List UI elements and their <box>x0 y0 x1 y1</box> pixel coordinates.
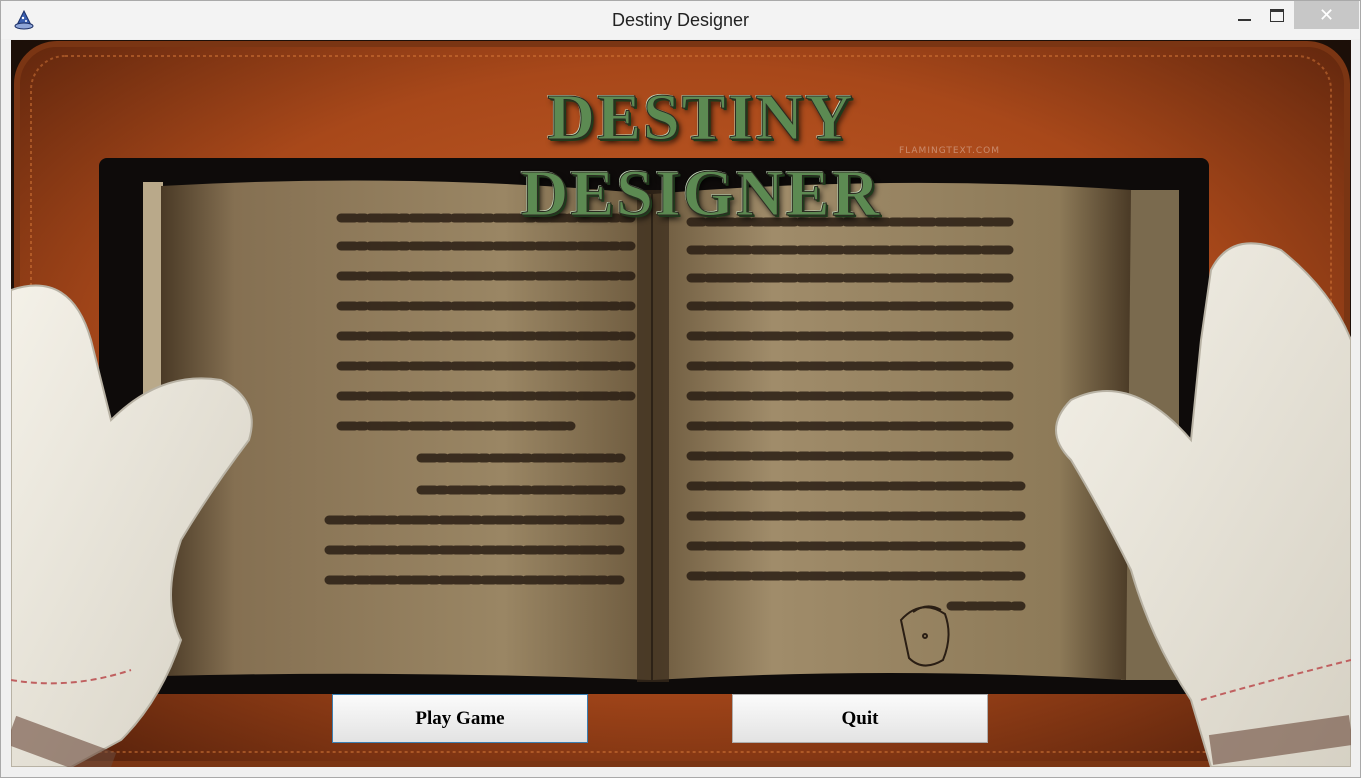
logo-watermark: FLAMINGTEXT.COM <box>899 146 1000 156</box>
play-game-button[interactable]: Play Game <box>332 694 588 743</box>
close-icon: ✕ <box>1318 4 1335 26</box>
minimize-icon <box>1237 19 1251 21</box>
window-title: Destiny Designer <box>611 10 750 30</box>
maximize-button[interactable] <box>1263 1 1291 29</box>
title-bar[interactable]: Destiny Designer ✕ <box>1 1 1360 39</box>
quit-button[interactable]: Quit <box>732 694 988 743</box>
app-window: Destiny Designer ✕ DESTINY DESIGNER FLAM… <box>0 0 1361 778</box>
game-logo: DESTINY DESIGNER <box>520 81 882 231</box>
close-button[interactable]: ✕ <box>1294 1 1359 29</box>
minimize-button[interactable] <box>1229 1 1259 29</box>
splash-background: DESTINY DESIGNER FLAMINGTEXT.COM Play Ga… <box>11 40 1351 767</box>
maximize-icon <box>1270 8 1284 22</box>
